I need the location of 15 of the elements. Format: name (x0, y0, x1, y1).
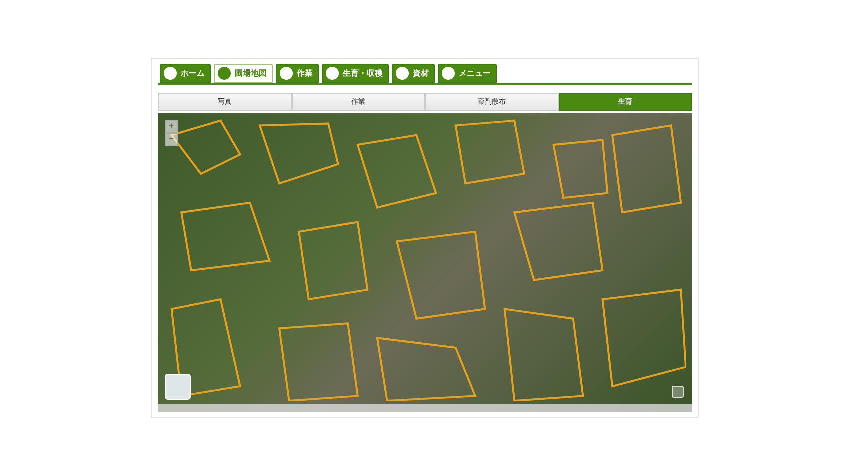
circle-icon (442, 67, 455, 80)
zoom-out-button[interactable]: − (165, 133, 178, 146)
nav-tab[interactable]: 作業 (276, 64, 319, 83)
zoom-in-button[interactable]: + (165, 120, 178, 133)
circle-icon (326, 67, 339, 80)
nav-tab[interactable]: 生育・収穫 (322, 64, 389, 83)
nav-tab[interactable]: 資材 (392, 64, 435, 83)
circle-icon (218, 67, 231, 80)
map-layer-thumbnail[interactable] (165, 374, 191, 400)
nav-tab[interactable]: メニュー (438, 64, 497, 83)
nav-tab[interactable]: 圃場地図 (214, 64, 273, 83)
circle-icon (164, 67, 177, 80)
circle-icon (396, 67, 409, 80)
nav-tab[interactable]: ホーム (160, 64, 211, 83)
circle-icon (280, 67, 293, 80)
